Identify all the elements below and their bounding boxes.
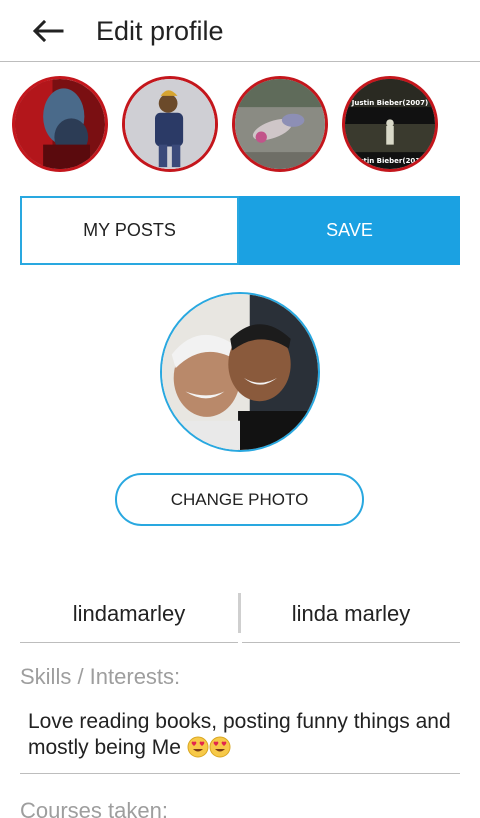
avatar-image <box>162 294 318 450</box>
story-4-caption-top: Justin Bieber(2007) <box>351 99 429 107</box>
story-4-image <box>345 79 435 169</box>
full-name-field[interactable]: linda marley <box>242 585 460 643</box>
heart-eyes-emoji-icon <box>209 736 231 758</box>
story-4[interactable]: Justin Bieber(2007) Justin Bieber(2017) <box>342 76 438 172</box>
action-bar: MY POSTS SAVE <box>20 196 460 265</box>
skills-field[interactable]: Love reading books, posting funny things… <box>20 700 460 774</box>
page-title: Edit profile <box>96 16 224 46</box>
story-4-caption-bottom: Justin Bieber(2017) <box>351 157 429 165</box>
arrow-left-icon <box>32 20 64 42</box>
courses-label: Courses taken: <box>20 798 168 818</box>
username-field[interactable]: lindamarley <box>20 585 238 643</box>
profile-avatar[interactable] <box>160 292 320 452</box>
heart-eyes-emoji-icon <box>187 736 209 758</box>
story-3[interactable] <box>232 76 328 172</box>
name-divider <box>238 593 241 633</box>
story-1[interactable] <box>12 76 108 172</box>
story-1-image <box>15 79 105 169</box>
back-button[interactable] <box>28 14 68 48</box>
change-photo-button[interactable]: CHANGE PHOTO <box>115 473 364 526</box>
skills-text: Love reading books, posting funny things… <box>28 710 451 759</box>
story-2[interactable] <box>122 76 218 172</box>
save-button[interactable]: SAVE <box>239 196 460 265</box>
story-2-image <box>125 79 215 169</box>
name-fields: lindamarley linda marley <box>20 585 460 645</box>
app-header: Edit profile <box>0 0 480 62</box>
skills-label: Skills / Interests: <box>20 664 181 689</box>
my-posts-button[interactable]: MY POSTS <box>20 196 239 265</box>
story-row: Justin Bieber(2007) Justin Bieber(2017) <box>12 76 438 172</box>
story-3-image <box>235 79 325 169</box>
